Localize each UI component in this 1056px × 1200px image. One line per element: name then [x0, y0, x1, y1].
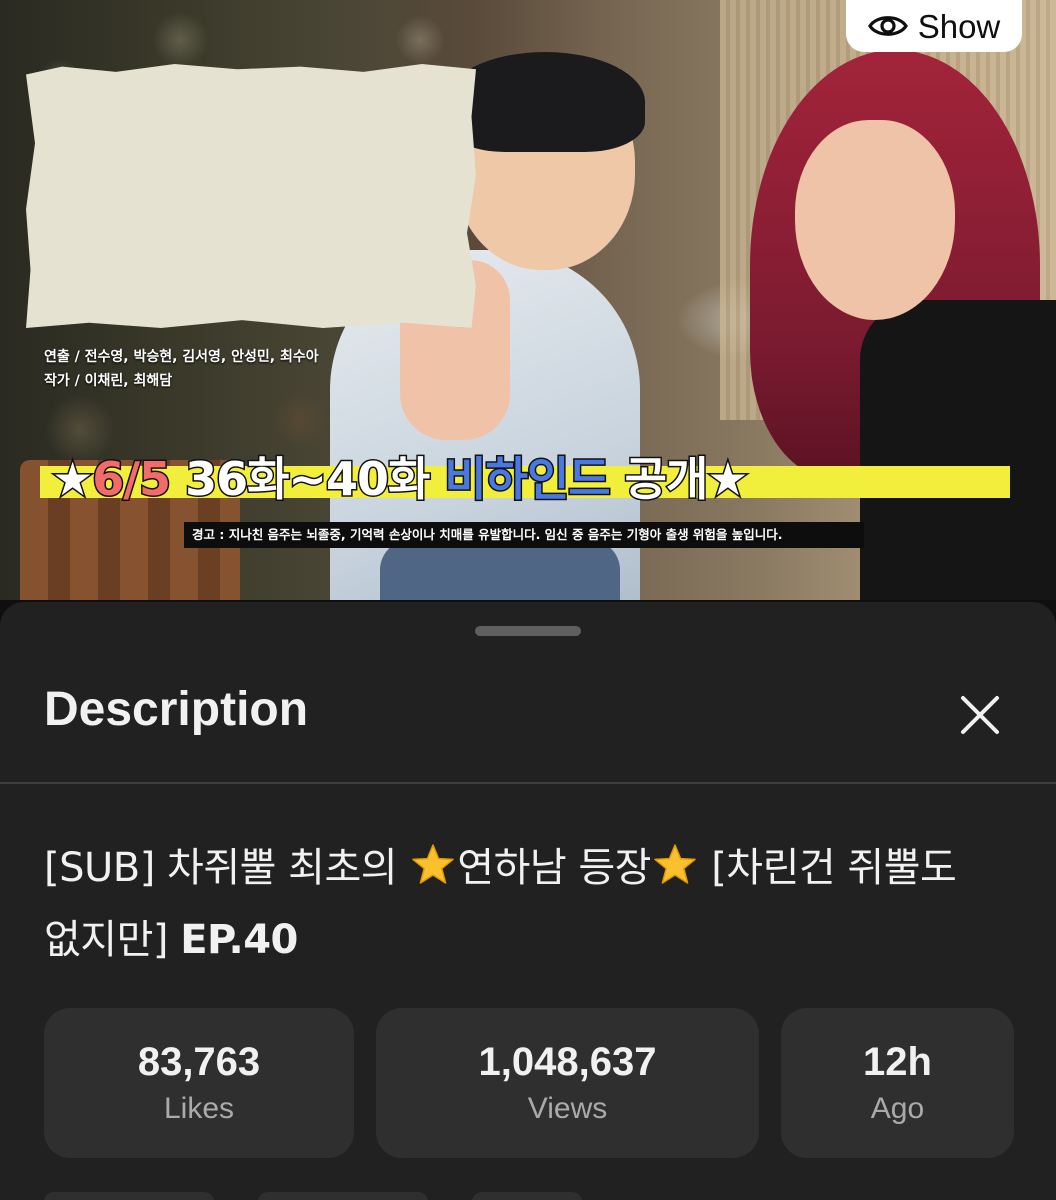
drag-handle[interactable]: [475, 626, 581, 636]
stats-row: 83,763 Likes 1,048,637 Views 12h Ago: [44, 1008, 1014, 1158]
thumbnail-credits: 연출 / 전수영, 박승현, 김서영, 안성민, 최수아 작가 / 이채린, 최…: [44, 346, 374, 394]
description-sheet: Description [SUB] 차쥐뿔 최초의 연하남 등장 [차린건 쥐뿔…: [0, 602, 1056, 1200]
star-emoji-icon: [654, 844, 696, 884]
eye-icon: [867, 16, 908, 36]
stat-label: Views: [527, 1092, 608, 1125]
thumbnail-headline: ★6/5 36화~40화 비하인드 공개★: [50, 448, 1012, 510]
hashtag-chips-row: [44, 1192, 1024, 1200]
stat-label: Ago: [870, 1092, 925, 1125]
stat-views: 1,048,637 Views: [376, 1008, 759, 1158]
close-icon: [961, 696, 999, 734]
star-emoji-icon: [412, 844, 455, 884]
stat-value: 83,763: [137, 1040, 261, 1084]
credits-writer: 작가 / 이채린, 최해담: [44, 372, 173, 389]
sheet-title: Description: [44, 683, 309, 736]
video-player[interactable]: 연출 / 전수영, 박승현, 김서영, 안성민, 최수아 작가 / 이채린, 최…: [0, 0, 1056, 600]
stat-label: Likes: [163, 1092, 235, 1125]
video-title-part2: 연하남 등장: [457, 845, 651, 891]
sheet-divider: [0, 782, 1056, 784]
headline-episodes: 36화~40화: [170, 451, 445, 508]
show-button[interactable]: Show: [846, 0, 1022, 52]
alcohol-warning: 경고 : 지나친 음주는 뇌졸중, 기억력 손상이나 치매를 유발합니다. 임신…: [184, 522, 864, 548]
stat-value: 12h: [863, 1040, 932, 1084]
headline-date: 6/5: [91, 451, 173, 508]
headline-suffix: 공개★: [609, 451, 750, 508]
video-title-episode: EP.40: [180, 917, 298, 963]
headline-prefix: ★: [50, 451, 94, 508]
chip[interactable]: [258, 1192, 428, 1200]
stat-value: 1,048,637: [478, 1040, 657, 1084]
chip[interactable]: [44, 1192, 214, 1200]
torn-paper-overlay: [26, 64, 476, 328]
chip[interactable]: [472, 1192, 582, 1200]
video-title: [SUB] 차쥐뿔 최초의 연하남 등장 [차린건 쥐뿔도 없지만] EP.40: [44, 832, 1004, 976]
video-title-part1: [SUB] 차쥐뿔 최초의: [44, 845, 410, 891]
credits-director: 연출 / 전수영, 박승현, 김서영, 안성민, 최수아: [44, 349, 319, 365]
stat-age: 12h Ago: [781, 1008, 1014, 1158]
close-button[interactable]: [950, 690, 1010, 740]
show-button-label: Show: [917, 7, 1001, 45]
person-right-figure: [740, 40, 1056, 600]
headline-behind: 비하인드: [443, 451, 612, 508]
stat-likes: 83,763 Likes: [44, 1008, 354, 1158]
